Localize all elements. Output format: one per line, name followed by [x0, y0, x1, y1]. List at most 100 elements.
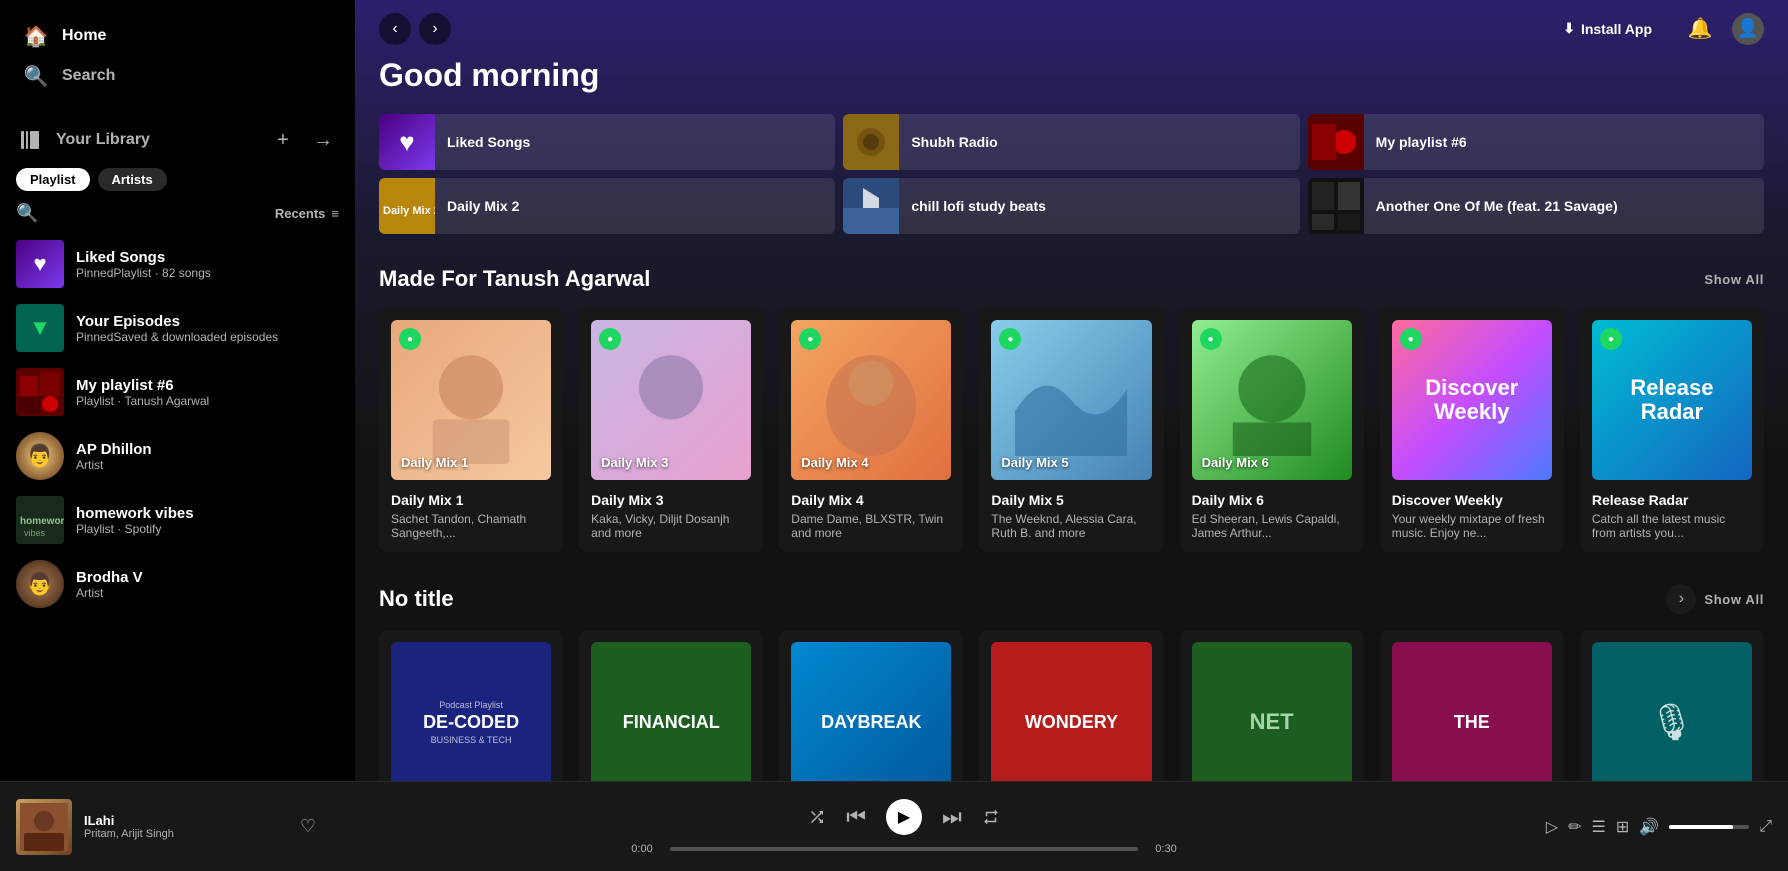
library-item-homework-vibes[interactable]: homework vibes homework vibes Playlist ·… — [8, 488, 347, 552]
quick-item-playlist6[interactable]: My playlist #6 — [1308, 114, 1764, 170]
sidebar-item-home-label: Home — [62, 27, 106, 45]
card-discover-weekly[interactable]: ● Discover Weekly ▶ Discover Weekly Your… — [1380, 308, 1564, 552]
quick-access-grid: ♥ Liked Songs Shubh Radio — [379, 114, 1764, 234]
connect-button[interactable]: ⊞ — [1616, 817, 1629, 837]
top-bar-left: ‹ › — [379, 13, 451, 45]
the-podcast-thumb: THE ▶ — [1392, 642, 1552, 781]
quick-item-another-one[interactable]: Another One Of Me (feat. 21 Savage) — [1308, 178, 1764, 234]
no-title-right-arrow[interactable]: › — [1666, 584, 1696, 614]
sidebar-item-search[interactable]: 🔍 Search — [12, 56, 343, 96]
card-daily-mix-4[interactable]: ● Daily Mix 4 ▶ Daily Mix 4 Dame Dame, B… — [779, 308, 963, 552]
release-radar-thumb: ● Release Radar ▶ — [1592, 320, 1752, 480]
library-actions: + → — [267, 124, 339, 156]
svg-text:vibes: vibes — [24, 528, 46, 538]
quick-liked-label: Liked Songs — [435, 134, 542, 150]
another-quick-thumb — [1308, 178, 1364, 234]
now-playing-view-button[interactable]: ▷ — [1546, 817, 1558, 837]
card-net[interactable]: NET ▶ NET — [1180, 630, 1364, 781]
quick-item-liked-songs[interactable]: ♥ Liked Songs — [379, 114, 835, 170]
repeat-button[interactable] — [982, 808, 1000, 826]
card-daily-mix-5[interactable]: ● Daily Mix 5 ▶ Daily Mix 5 The Weeknd, … — [979, 308, 1163, 552]
card-daybreak[interactable]: DAYBREAK ▶ DAYBREAK — [779, 630, 963, 781]
library-search-icon[interactable]: 🔍 — [16, 203, 38, 224]
volume-button[interactable]: 🔊 — [1639, 817, 1659, 837]
play-pause-button[interactable]: ▶ — [886, 799, 922, 835]
top-bar-right: ⬇ Install App 🔔 👤 — [1547, 12, 1764, 45]
volume-fill — [1669, 825, 1733, 829]
financial-thumb: FINANCIAL ▶ — [591, 642, 751, 781]
wondery-thumb: WONDERY ▶ — [991, 642, 1151, 781]
library-list: ♥ Liked Songs PinnedPlaylist · 82 songs … — [0, 232, 355, 781]
daily-mix-3-inner-label: Daily Mix 3 — [601, 455, 668, 470]
quick-item-daily-mix-2[interactable]: Daily Mix 2 Daily Mix 2 — [379, 178, 835, 234]
ap-dhillon-meta: Artist — [76, 458, 339, 472]
episodes-thumb: ▼ — [16, 304, 64, 352]
forward-button[interactable]: › — [419, 13, 451, 45]
fullscreen-button[interactable]: ⤢ — [1759, 818, 1772, 836]
card-daily-mix-1[interactable]: ● Daily Mix 1 ▶ Daily Mix 1 Sachet Tando… — [379, 308, 563, 552]
card-daily-mix-3[interactable]: ● Daily Mix 3 ▶ Daily Mix 3 Kaka, Vicky,… — [579, 308, 763, 552]
svg-text:homework: homework — [20, 516, 64, 527]
daily-mix-5-inner-label: Daily Mix 5 — [1001, 455, 1068, 470]
player-track-info: ILahi Pritam, Arijit Singh — [84, 813, 288, 840]
progress-bar[interactable] — [670, 847, 1138, 851]
expand-library-button[interactable]: → — [307, 124, 339, 156]
release-radar-title: Release Radar — [1592, 492, 1752, 508]
recents-label: Recents — [275, 206, 326, 221]
decoded-thumb: Podcast Playlist DE-CODED BUSINESS & TEC… — [391, 642, 551, 781]
quick-chill-label: chill lofi study beats — [899, 198, 1058, 214]
made-for-title: Made For Tanush Agarwal — [379, 266, 650, 292]
card-wondery[interactable]: WONDERY ▶ WONDERY — [979, 630, 1163, 781]
no-title-show-all-button[interactable]: Show All — [1704, 592, 1764, 607]
homework-vibes-name: homework vibes — [76, 505, 339, 522]
volume-bar[interactable] — [1669, 825, 1749, 829]
liked-songs-thumb: ♥ — [16, 240, 64, 288]
card-the-podcast[interactable]: THE ▶ THE — [1380, 630, 1564, 781]
player-like-button[interactable]: ♡ — [300, 816, 316, 837]
lyrics-button[interactable]: ✏ — [1568, 817, 1581, 837]
daily-mix-6-thumb: ● Daily Mix 6 ▶ — [1192, 320, 1352, 480]
player-bar: ILahi Pritam, Arijit Singh ♡ ⏮ ▶ ⏭ 0:00 — [0, 781, 1788, 871]
daily-mix-6-subtitle: Ed Sheeran, Lewis Capaldi, James Arthur.… — [1192, 512, 1352, 540]
liked-songs-name: Liked Songs — [76, 249, 339, 266]
sidebar-nav: 🏠 Home 🔍 Search — [0, 0, 355, 112]
card-decoded[interactable]: Podcast Playlist DE-CODED BUSINESS & TEC… — [379, 630, 563, 781]
daily-mix-3-subtitle: Kaka, Vicky, Diljit Dosanjh and more — [591, 512, 751, 540]
card-mic-podcast[interactable]: 🎙 ▶ — [1580, 630, 1764, 781]
card-release-radar[interactable]: ● Release Radar ▶ Release Radar Catch al… — [1580, 308, 1764, 552]
card-daily-mix-6[interactable]: ● Daily Mix 6 ▶ Daily Mix 6 Ed Sheeran, … — [1180, 308, 1364, 552]
brodha-v-thumb: 👨 — [16, 560, 64, 608]
recents-button[interactable]: Recents ≡ — [275, 206, 339, 221]
quick-item-shubh-radio[interactable]: Shubh Radio — [843, 114, 1299, 170]
daily-mix-1-inner-label: Daily Mix 1 — [401, 455, 468, 470]
player-left: ILahi Pritam, Arijit Singh ♡ — [16, 799, 316, 855]
library-item-liked-songs[interactable]: ♥ Liked Songs PinnedPlaylist · 82 songs — [8, 232, 347, 296]
filter-playlist-button[interactable]: Playlist — [16, 168, 90, 191]
back-button[interactable]: ‹ — [379, 13, 411, 45]
dailymix2-quick-thumb: Daily Mix 2 — [379, 178, 435, 234]
made-for-show-all-button[interactable]: Show All — [1704, 272, 1764, 287]
notifications-button[interactable]: 🔔 — [1684, 13, 1716, 45]
library-item-brodha-v[interactable]: 👨 Brodha V Artist — [8, 552, 347, 616]
sidebar-item-home[interactable]: 🏠 Home — [12, 16, 343, 56]
previous-button[interactable]: ⏮ — [846, 804, 866, 830]
library-title: Your Library — [56, 131, 150, 149]
library-item-playlist6[interactable]: My playlist #6 Playlist · Tanush Agarwal — [8, 360, 347, 424]
bell-icon: 🔔 — [1688, 16, 1713, 41]
filter-artists-button[interactable]: Artists — [98, 168, 167, 191]
library-item-ap-dhillon[interactable]: 👨 AP Dhillon Artist — [8, 424, 347, 488]
daily-mix-3-title: Daily Mix 3 — [591, 492, 751, 508]
card-financial[interactable]: FINANCIAL ▶ FINANCIAL — [579, 630, 763, 781]
install-app-button[interactable]: ⬇ Install App — [1547, 12, 1668, 45]
sidebar-item-search-label: Search — [62, 67, 115, 85]
library-item-your-episodes[interactable]: ▼ Your Episodes PinnedSaved & downloaded… — [8, 296, 347, 360]
daily-mix-4-subtitle: Dame Dame, BLXSTR, Twin and more — [791, 512, 951, 540]
user-avatar-button[interactable]: 👤 — [1732, 13, 1764, 45]
next-button[interactable]: ⏭ — [942, 804, 962, 830]
add-library-button[interactable]: + — [267, 124, 299, 156]
player-track-artist: Pritam, Arijit Singh — [84, 828, 288, 840]
queue-button[interactable]: ☰ — [1592, 817, 1606, 837]
quick-item-chill-lofi[interactable]: chill lofi study beats — [843, 178, 1299, 234]
shuffle-button[interactable] — [808, 808, 826, 826]
library-icon — [16, 126, 44, 154]
